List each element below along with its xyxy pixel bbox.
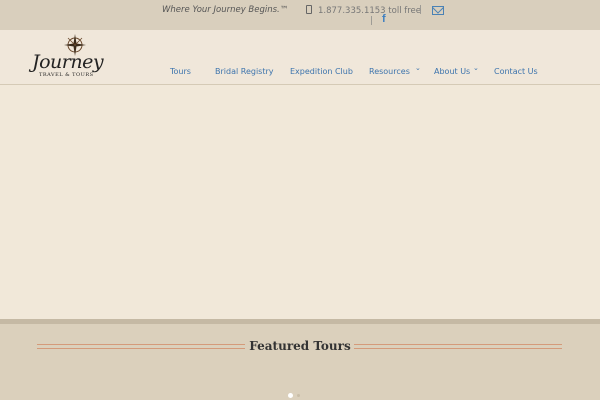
separator: | bbox=[370, 16, 373, 26]
nav-expedition-club[interactable]: Expedition Club bbox=[290, 67, 353, 76]
phone-number[interactable]: 1.877.335.1153 toll free bbox=[306, 5, 421, 16]
mail-icon[interactable] bbox=[432, 6, 444, 15]
logo-subtitle: TRAVEL & TOURS bbox=[39, 72, 94, 78]
tagline: Where Your Journey Begins.™ bbox=[162, 5, 289, 15]
top-bar bbox=[0, 0, 600, 30]
slider-dot[interactable] bbox=[288, 393, 293, 398]
nav-resources[interactable]: Resources bbox=[369, 67, 410, 76]
nav-bridal-registry[interactable]: Bridal Registry bbox=[215, 67, 274, 76]
chevron-down-icon[interactable]: ⌄ bbox=[473, 64, 479, 72]
nav-contact-us[interactable]: Contact Us bbox=[494, 67, 538, 76]
separator: | bbox=[419, 5, 422, 15]
site-logo[interactable]: Journey TRAVEL & TOURS bbox=[32, 34, 122, 80]
facebook-icon[interactable]: f bbox=[382, 13, 386, 25]
featured-title: Featured Tours bbox=[249, 339, 351, 353]
chevron-down-icon[interactable]: ⌄ bbox=[415, 64, 421, 72]
hero-banner bbox=[0, 85, 600, 320]
phone-text: 1.877.335.1153 toll free bbox=[318, 6, 422, 16]
nav-tours[interactable]: Tours bbox=[170, 67, 191, 76]
nav-about-us[interactable]: About Us bbox=[434, 67, 470, 76]
logo-wordmark: Journey bbox=[32, 51, 104, 73]
slider-dot[interactable] bbox=[297, 394, 300, 397]
featured-section bbox=[0, 324, 600, 400]
phone-icon bbox=[306, 5, 312, 14]
